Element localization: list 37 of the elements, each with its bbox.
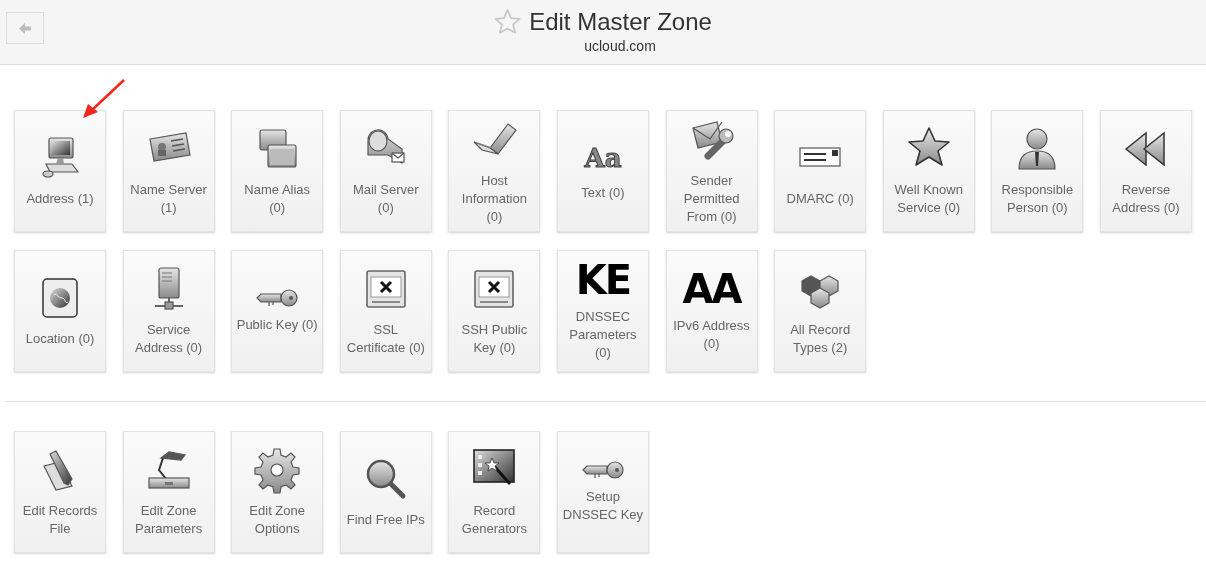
- record-type-icon: AA: [682, 269, 741, 309]
- page-title: Edit Master Zone: [529, 7, 712, 37]
- record-type-tile[interactable]: Name Server (1): [122, 110, 215, 232]
- favorite-star-icon[interactable]: [494, 9, 522, 35]
- key-icon: [256, 288, 299, 308]
- record-type-tile[interactable]: Record Generators: [448, 431, 541, 553]
- record-type-tile[interactable]: Setup DNSSEC Key: [556, 431, 649, 553]
- record-type-tile[interactable]: Edit Records File: [14, 431, 106, 553]
- key-icon: [581, 460, 624, 480]
- record-type-tile[interactable]: SSH Public Key (0): [448, 250, 541, 372]
- record-type-tile[interactable]: Sender Permitted From (0): [665, 110, 758, 232]
- zone-name: ucloud.com: [584, 37, 656, 55]
- record-type-tile[interactable]: Aa Text (0): [556, 110, 649, 232]
- record-type-tile[interactable]: Mail Server (0): [339, 110, 432, 232]
- record-type-tile[interactable]: Reverse Address (0): [1099, 110, 1192, 232]
- record-type-tile[interactable]: Well Known Service (0): [882, 110, 975, 232]
- record-type-tile[interactable]: KE DNSSEC Parameters (0): [556, 250, 649, 372]
- record-type-tile[interactable]: Public Key (0): [231, 250, 324, 372]
- record-type-tile[interactable]: Responsible Person (0): [991, 110, 1084, 232]
- annotation-arrow: [80, 79, 126, 120]
- record-type-icon: KE: [575, 260, 631, 300]
- settings-icon: [253, 446, 302, 494]
- record-type-tile[interactable]: Host Information (0): [448, 110, 541, 232]
- record-type-tile[interactable]: Name Alias (0): [231, 110, 324, 232]
- back-button[interactable]: [6, 12, 44, 44]
- record-type-tile[interactable]: DMARC (0): [774, 110, 867, 232]
- record-type-tile[interactable]: All Record Types (2): [774, 250, 867, 372]
- record-type-tile[interactable]: SSL Certificate (0): [339, 250, 432, 372]
- record-type-tile[interactable]: Edit Zone Parameters: [122, 431, 215, 553]
- back-arrow-icon: [19, 22, 31, 34]
- record-type-tile[interactable]: Location (0): [14, 250, 106, 372]
- record-type-tile[interactable]: Find Free IPs: [339, 431, 432, 553]
- record-type-icon: Aa: [584, 140, 622, 176]
- record-type-tile[interactable]: Service Address (0): [122, 250, 215, 372]
- record-type-tile[interactable]: AA IPv6 Address (0): [665, 250, 758, 372]
- record-type-tile[interactable]: Address (1): [14, 110, 106, 232]
- record-type-tile[interactable]: Edit Zone Options: [231, 431, 324, 553]
